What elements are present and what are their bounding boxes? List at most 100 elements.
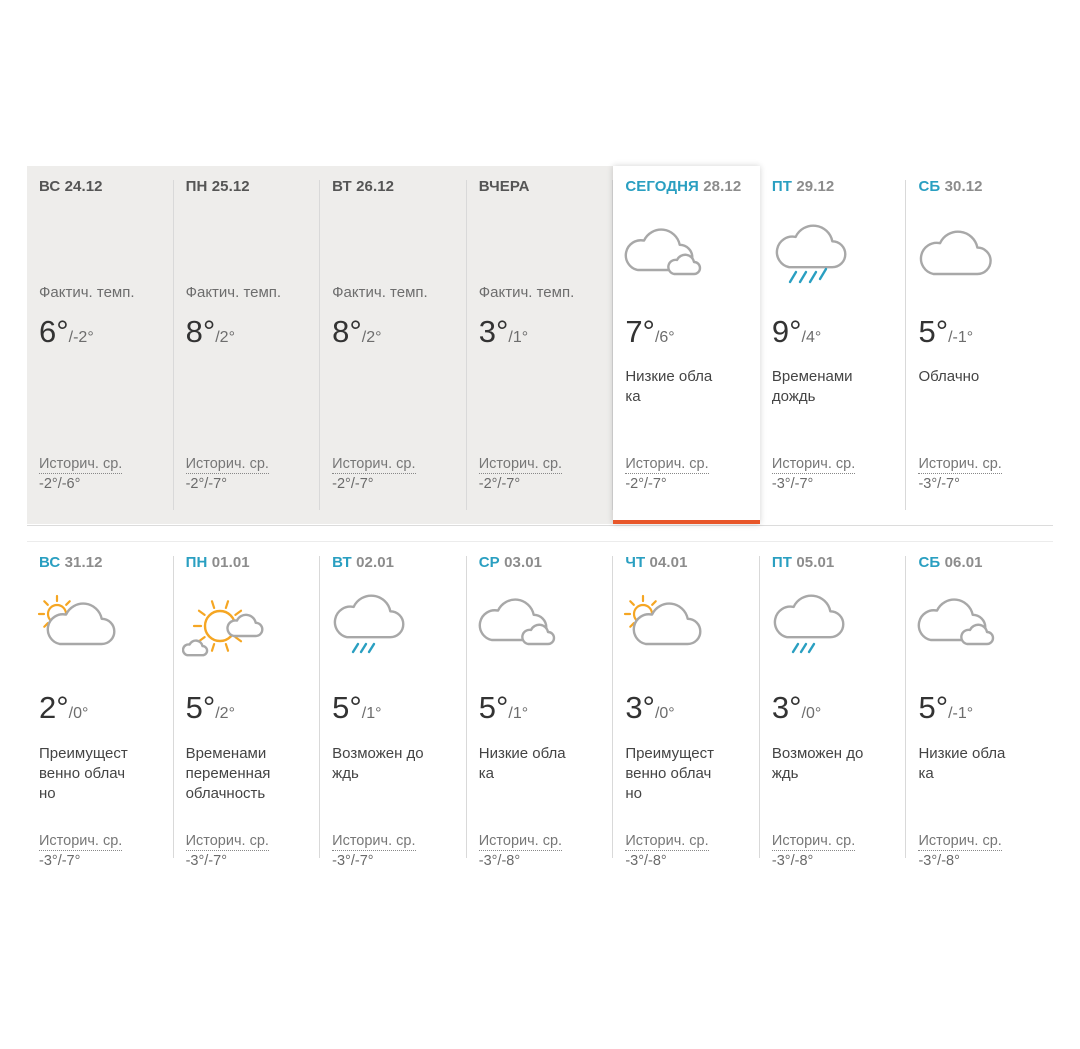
- historical-label[interactable]: Историч. ср.: [918, 456, 1002, 474]
- day-of-week: ВС: [39, 178, 61, 195]
- temp-low: /-2°: [68, 329, 94, 346]
- day-of-week: СБ: [918, 178, 941, 195]
- date-number: 31.12: [64, 554, 103, 571]
- date-number: 30.12: [944, 178, 983, 195]
- historical-value: -3°/-7°: [771, 476, 814, 492]
- description-line: но: [39, 785, 56, 802]
- historical-value: -2°/-7°: [625, 476, 667, 492]
- historical-value: -3°/-7°: [185, 853, 227, 869]
- historical-label[interactable]: Историч. ср.: [771, 456, 856, 474]
- actual-temp-label: Фактич. темп.: [478, 284, 575, 301]
- description-line: но: [625, 785, 642, 802]
- historical-average: Историч. ср. -2°/-6°: [39, 456, 123, 492]
- historical-label[interactable]: Историч. ср.: [185, 833, 269, 851]
- historical-label[interactable]: Историч. ср.: [332, 456, 416, 474]
- temp-high: 6°: [39, 314, 69, 349]
- date-number: 05.01: [796, 554, 835, 571]
- historical-value: -3°/-8°: [625, 853, 667, 869]
- day-of-week: СР: [478, 554, 500, 571]
- historical-average: Историч. ср. -2°/-7°: [185, 456, 269, 492]
- temp-high: 9°: [771, 314, 802, 349]
- historical-label[interactable]: Историч. ср.: [918, 833, 1002, 851]
- forecast-day-28-12[interactable]: СЕГОДНЯ 28.12 7°/6° Низкие обла ка Истори…: [613, 166, 760, 524]
- day-of-week: ЧТ: [625, 554, 646, 571]
- weather-description: Преимущест венно облач но: [39, 744, 149, 804]
- forecast-day-31-12[interactable]: ВС 31.12 2°/0° Преимущест венно облач но И…: [27, 542, 174, 872]
- light-rain-cloud-icon: [768, 592, 850, 658]
- temp-high: 2°: [39, 690, 69, 725]
- day-of-week: ПТ: [771, 554, 793, 571]
- temp-high: 7°: [625, 314, 655, 349]
- temperature: 5°/2°: [186, 690, 235, 726]
- forecast-day-01-01[interactable]: ПН 01.01 5°/2° Временами переменная облачн…: [174, 542, 321, 872]
- forecast-day-03-01[interactable]: СР 03.01 5°/1° Низкие обла ка Историч. ср…: [467, 542, 614, 872]
- historical-label[interactable]: Историч. ср.: [625, 833, 709, 851]
- temperature: 5°/-1°: [918, 314, 973, 350]
- forecast-day-04-01[interactable]: ЧТ 04.01 3°/0° Преимущест венно облач но И…: [613, 542, 760, 872]
- historical-average: Историч. ср. -3°/-8°: [918, 833, 1002, 869]
- day-of-week: ВС: [39, 554, 61, 571]
- actual-temp-label: Фактич. темп.: [332, 284, 428, 301]
- historical-average: Историч. ср. -3°/-7°: [185, 833, 269, 869]
- historical-label[interactable]: Историч. ср.: [478, 833, 563, 851]
- weather-description: Возможен до ждь: [772, 744, 882, 784]
- historical-label[interactable]: Историч. ср.: [478, 456, 563, 474]
- weather-description: Временами переменная облачность: [186, 744, 296, 804]
- description-line: ждь: [771, 765, 799, 782]
- description-line: венно облач: [39, 765, 126, 782]
- historical-label[interactable]: Историч. ср.: [625, 456, 709, 474]
- temperature: 3°/0°: [772, 690, 821, 726]
- day-of-week: ПТ: [771, 178, 793, 195]
- historical-label[interactable]: Историч. ср.: [39, 456, 123, 474]
- temperature: 5°/1°: [332, 690, 381, 726]
- forecast-day-30-12[interactable]: СБ 30.12 5°/-1° Облачно Историч. ср. -3°…: [906, 166, 1053, 524]
- temp-high: 3°: [625, 690, 655, 725]
- temp-high: 5°: [478, 690, 509, 725]
- date-number: 24.12: [64, 178, 103, 195]
- temp-high: 3°: [771, 690, 802, 725]
- forecast-day-26-12[interactable]: ВТ 26.12 Фактич. темп. 8°/2° Историч. ср…: [320, 166, 467, 524]
- temp-low: /0°: [801, 705, 822, 722]
- forecast-day-06-01[interactable]: СБ 06.01 5°/-1° Низкие обла ка Историч. с…: [906, 542, 1053, 872]
- historical-label[interactable]: Историч. ср.: [332, 833, 416, 851]
- day-date: ПТ 05.01: [772, 554, 907, 571]
- temp-low: /4°: [801, 329, 822, 346]
- cloud-small-cloud-icon: [914, 592, 996, 658]
- forecast-row-week2: ВС 31.12 2°/0° Преимущест венно облач но И…: [27, 542, 1053, 872]
- temp-high: 5°: [918, 314, 949, 349]
- historical-value: -3°/-8°: [478, 853, 521, 869]
- historical-average: Историч. ср. -3°/-8°: [625, 833, 709, 869]
- partly-cloudy-icon: [621, 592, 703, 658]
- description-line: ка: [478, 765, 494, 782]
- description-line: Возможен до: [771, 745, 864, 762]
- temp-low: /0°: [68, 705, 89, 722]
- historical-label[interactable]: Историч. ср.: [771, 833, 856, 851]
- date-number: 04.01: [649, 554, 688, 571]
- historical-label[interactable]: Историч. ср.: [39, 833, 123, 851]
- forecast-day-05-01[interactable]: ПТ 05.01 3°/0° Возможен до ждь Историч. с…: [760, 542, 907, 872]
- historical-average: Историч. ср. -2°/-7°: [478, 456, 563, 492]
- day-date: ЧТ 04.01: [625, 554, 760, 571]
- temperature: 8°/2°: [186, 314, 235, 350]
- temp-high: 5°: [332, 690, 362, 725]
- forecast-day-25-12[interactable]: ПН 25.12 Фактич. темп. 8°/2° Историч. ср…: [173, 166, 321, 524]
- forecast-day-24-12[interactable]: ВС 24.12 Фактич. темп. 6°/-2° Историч. с…: [27, 166, 174, 524]
- description-line: Низкие обла: [918, 745, 1006, 762]
- forecast-day-02-01[interactable]: ВТ 02.01 5°/1° Возможен до ждь Историч. с…: [320, 542, 467, 872]
- forecast-day-ВЧЕРА[interactable]: ВЧЕРА Фактич. темп. 3°/1° Историч. ср. -…: [466, 166, 614, 524]
- light-rain-cloud-icon: [328, 592, 410, 658]
- historical-value: -2°/-7°: [185, 476, 227, 492]
- temp-high: 3°: [478, 314, 509, 349]
- description-line: Временами: [185, 745, 267, 762]
- day-date: ПН 01.01: [186, 554, 321, 571]
- weather-description: Облачно: [918, 367, 1028, 387]
- temp-low: /2°: [215, 705, 235, 722]
- forecast-day-29-12[interactable]: ПТ 29.12 9°/4° Временами дождь Историч. с…: [760, 166, 907, 524]
- temp-low: /6°: [654, 329, 675, 346]
- historical-label[interactable]: Историч. ср.: [185, 456, 269, 474]
- historical-value: -3°/-8°: [918, 853, 960, 869]
- date-number: 29.12: [796, 178, 835, 195]
- day-date: ПН 25.12: [186, 178, 321, 195]
- date-number: 25.12: [211, 178, 250, 195]
- temperature: 3°/1°: [479, 314, 528, 350]
